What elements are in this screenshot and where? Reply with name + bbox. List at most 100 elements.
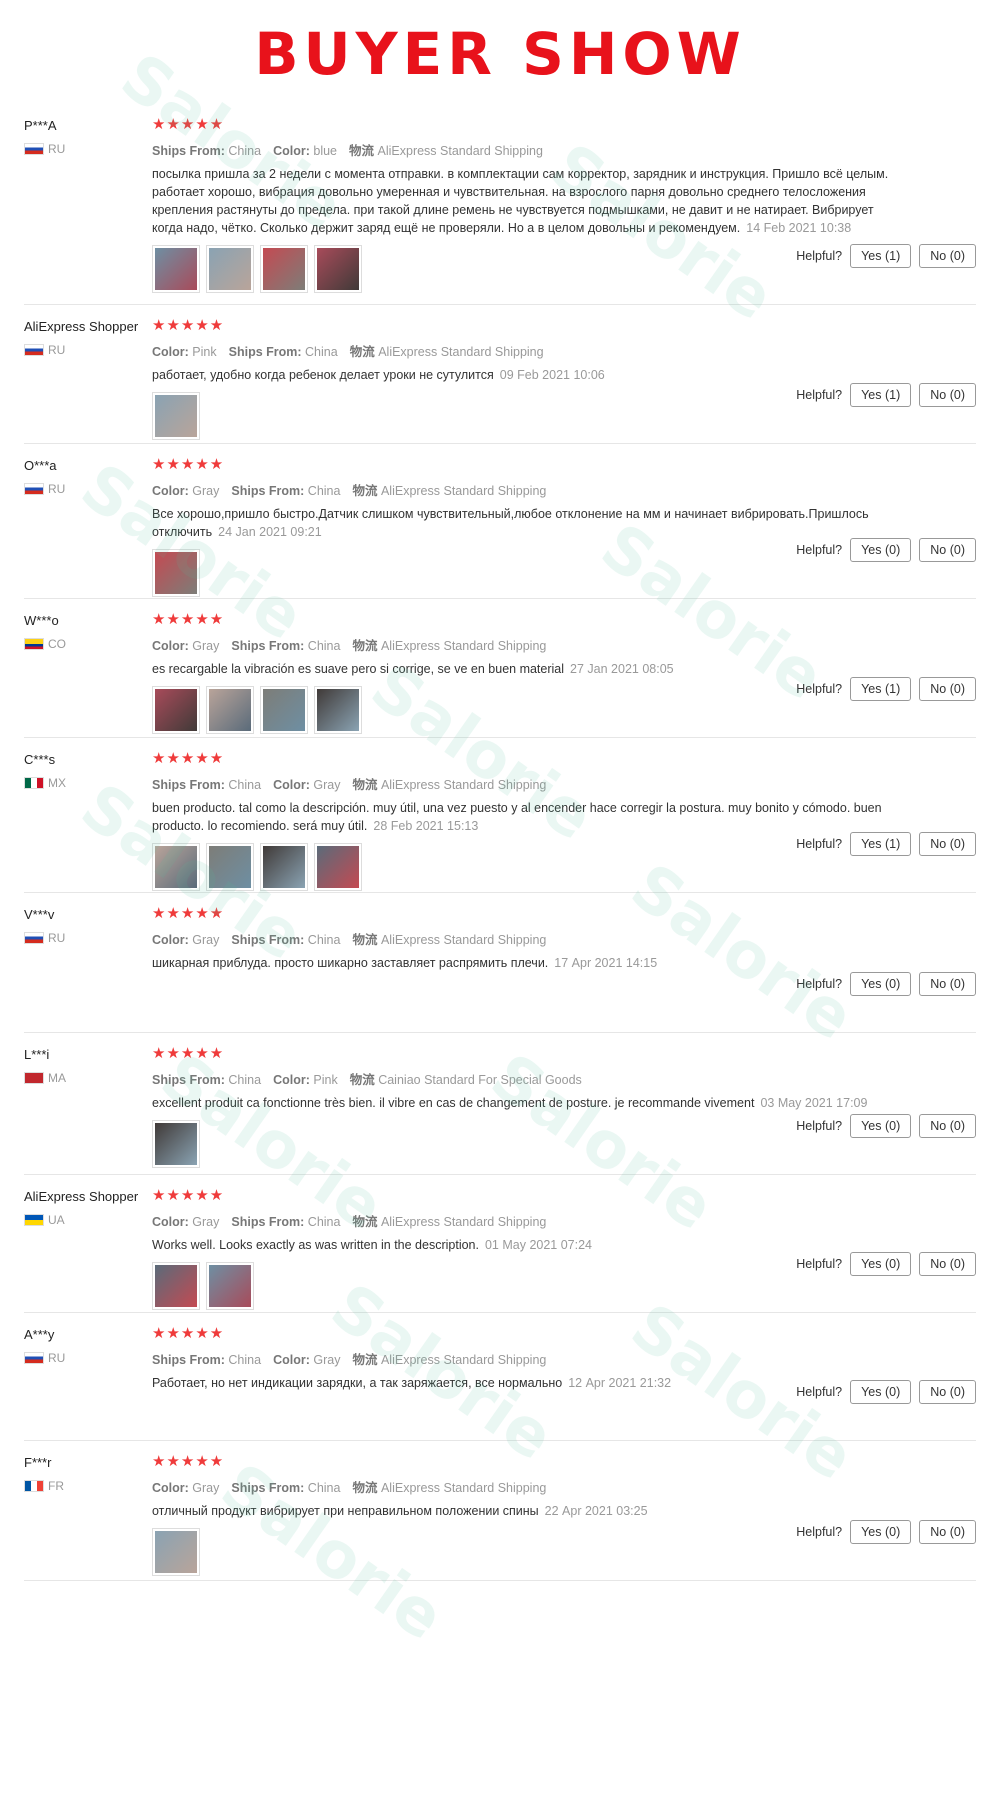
reviewer-name: W***o	[24, 613, 59, 628]
helpful-yes-button[interactable]: Yes (0)	[850, 1380, 912, 1404]
review-photos	[152, 549, 892, 597]
attribute-value: China	[307, 1215, 341, 1229]
attribute-value: China	[228, 1073, 262, 1087]
helpful-no-button[interactable]: No (0)	[919, 244, 976, 268]
review-photo[interactable]	[152, 1528, 200, 1576]
helpful-yes-button[interactable]: Yes (1)	[850, 244, 912, 268]
helpful-voting: Helpful? Yes (1) No (0)	[796, 383, 976, 407]
attribute: 物流 AliExpress Standard Shipping	[352, 484, 546, 498]
country-code: RU	[48, 343, 66, 357]
review-photos	[152, 1120, 892, 1168]
attribute: Color: blue	[273, 144, 337, 158]
helpful-voting: Helpful? Yes (0) No (0)	[796, 1114, 976, 1138]
review-photo[interactable]	[152, 1262, 200, 1310]
helpful-yes-button[interactable]: Yes (0)	[850, 1114, 912, 1138]
helpful-yes-button[interactable]: Yes (1)	[850, 383, 912, 407]
attribute-label: Ships From:	[152, 778, 225, 792]
review-photo[interactable]	[206, 843, 254, 891]
country-code: RU	[48, 931, 66, 945]
review-photo[interactable]	[206, 245, 254, 293]
attribute: Ships From: China	[152, 1353, 261, 1367]
review-text: buen producto. tal como la descripción. …	[152, 799, 892, 835]
review-photo[interactable]	[260, 686, 308, 734]
country-code: CO	[48, 637, 66, 651]
helpful-yes-button[interactable]: Yes (0)	[850, 972, 912, 996]
helpful-no-button[interactable]: No (0)	[919, 538, 976, 562]
attribute: Ships From: China	[152, 144, 261, 158]
review-photos	[152, 1528, 892, 1576]
review-photo[interactable]	[152, 392, 200, 440]
reviewer-country: FR	[24, 1479, 149, 1493]
attribute-value: AliExpress Standard Shipping	[380, 484, 547, 498]
review-body: Works well. Looks exactly as was written…	[152, 1238, 479, 1252]
review-attributes: Color: Gray Ships From: China 物流 AliExpres…	[152, 635, 892, 654]
helpful-yes-button[interactable]: Yes (1)	[850, 677, 912, 701]
review-date: 27 Jan 2021 08:05	[570, 662, 674, 676]
helpful-no-button[interactable]: No (0)	[919, 1252, 976, 1276]
review-attributes: Color: Gray Ships From: China 物流 AliExpres…	[152, 480, 892, 499]
reviewer-name: L***i	[24, 1047, 50, 1062]
review-text: отличный продукт вибрирует при неправиль…	[152, 1502, 892, 1520]
review-photo[interactable]	[260, 245, 308, 293]
attribute-value: China	[307, 933, 341, 947]
review-photo[interactable]	[152, 245, 200, 293]
attribute-value: Gray	[192, 639, 220, 653]
review-text: шикарная приблуда. просто шикарно застав…	[152, 954, 892, 972]
attribute-value: Gray	[192, 1215, 220, 1229]
helpful-label: Helpful?	[796, 1257, 843, 1271]
reviewer-info: C***s MX	[24, 752, 149, 790]
review-photo[interactable]	[152, 686, 200, 734]
attribute-label: Color:	[152, 1215, 189, 1229]
helpful-yes-button[interactable]: Yes (1)	[850, 832, 912, 856]
helpful-no-button[interactable]: No (0)	[919, 1380, 976, 1404]
review-text: посылка пришла за 2 недели с момента отп…	[152, 165, 892, 237]
review-photo[interactable]	[206, 686, 254, 734]
review-item: AliExpress Shopper RU ★★★★★ Color: Pink Ship…	[24, 305, 976, 444]
attribute-value: China	[228, 1353, 262, 1367]
review-photo[interactable]	[152, 843, 200, 891]
review-photo[interactable]	[206, 1262, 254, 1310]
helpful-no-button[interactable]: No (0)	[919, 972, 976, 996]
reviewer-country: MX	[24, 776, 149, 790]
helpful-no-button[interactable]: No (0)	[919, 1520, 976, 1544]
helpful-yes-button[interactable]: Yes (0)	[850, 538, 912, 562]
country-flag-icon	[24, 1072, 44, 1084]
review-photo[interactable]	[152, 1120, 200, 1168]
country-code: UA	[48, 1213, 65, 1227]
helpful-no-button[interactable]: No (0)	[919, 677, 976, 701]
helpful-no-button[interactable]: No (0)	[919, 383, 976, 407]
review-date: 14 Feb 2021 10:38	[746, 221, 852, 235]
helpful-no-button[interactable]: No (0)	[919, 832, 976, 856]
attribute-label: Ships From:	[152, 1353, 225, 1367]
helpful-voting: Helpful? Yes (0) No (0)	[796, 1380, 976, 1404]
attribute-label: Ships From:	[231, 1481, 305, 1495]
helpful-yes-button[interactable]: Yes (0)	[850, 1252, 912, 1276]
attribute-label: 物流	[349, 144, 375, 158]
review-photo[interactable]	[314, 245, 362, 293]
reviewer-name: AliExpress Shopper	[24, 1189, 139, 1204]
attribute-label: Color:	[273, 1073, 310, 1087]
attribute-label: Ships From:	[152, 1073, 225, 1087]
review-content: ★★★★★ Ships From: China Color: Pink 物流 Cain…	[152, 1045, 892, 1168]
helpful-voting: Helpful? Yes (0) No (0)	[796, 538, 976, 562]
attribute-value: AliExpress Standard Shipping	[380, 1353, 547, 1367]
helpful-yes-button[interactable]: Yes (0)	[850, 1520, 912, 1544]
helpful-no-button[interactable]: No (0)	[919, 1114, 976, 1138]
review-photo[interactable]	[152, 549, 200, 597]
review-attributes: Ships From: China Color: Pink 物流 Cainiao S…	[152, 1069, 892, 1088]
country-code: RU	[48, 142, 66, 156]
review-photo[interactable]	[314, 843, 362, 891]
attribute-label: Color:	[152, 1481, 189, 1495]
attribute-label: Color:	[152, 639, 189, 653]
review-text: Works well. Looks exactly as was written…	[152, 1236, 892, 1254]
review-attributes: Color: Pink Ships From: China 物流 AliExpres…	[152, 341, 892, 360]
attribute-value: China	[307, 484, 341, 498]
review-photo[interactable]	[260, 843, 308, 891]
review-item: P***A RU ★★★★★ Ships From: China Color: blue…	[24, 104, 976, 305]
attribute-label: Color:	[273, 778, 310, 792]
review-item: AliExpress Shopper UA ★★★★★ Color: Gray Ship…	[24, 1175, 976, 1313]
country-flag-icon	[24, 1214, 44, 1226]
reviewer-name: V***v	[24, 907, 55, 922]
review-photo[interactable]	[314, 686, 362, 734]
helpful-label: Helpful?	[796, 1525, 843, 1539]
